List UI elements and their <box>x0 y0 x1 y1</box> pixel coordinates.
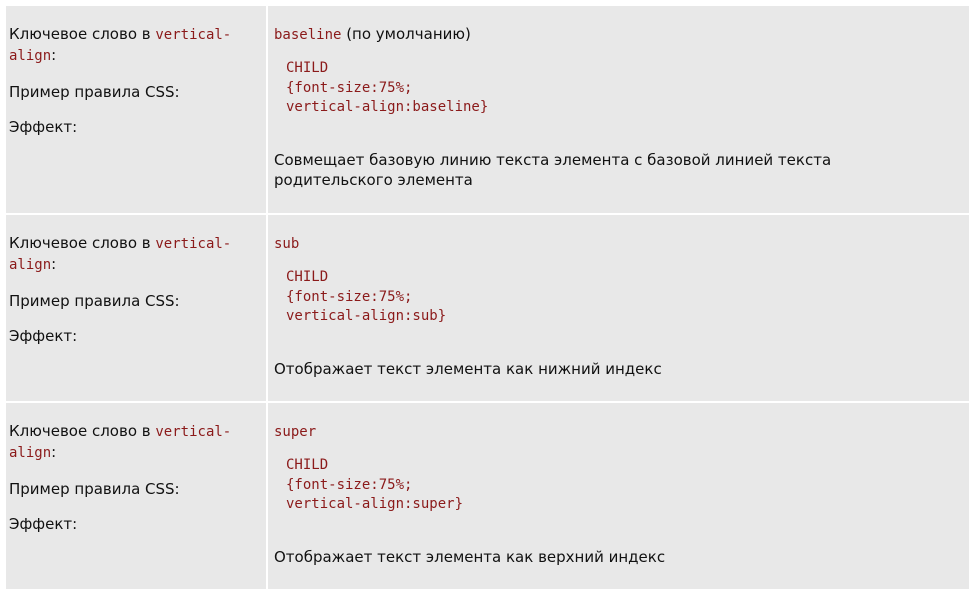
keyword-label: Ключевое слово в vertical-align: <box>9 25 232 64</box>
row-values: baseline (по умолчанию) CHILD {font-size… <box>268 6 969 213</box>
table-row: Ключевое слово в vertical-align: Пример … <box>6 213 969 401</box>
keyword-value: sub <box>274 236 300 252</box>
row-labels: Ключевое слово в vertical-align: Пример … <box>6 215 268 401</box>
effect-description: Отображает текст элемента как верхний ин… <box>274 547 666 566</box>
table-row: Ключевое слово в vertical-align: Пример … <box>6 6 969 213</box>
example-label: Пример правила CSS: <box>9 83 180 101</box>
effect-label: Эффект: <box>9 118 78 136</box>
row-labels: Ключевое слово в vertical-align: Пример … <box>6 403 268 589</box>
table-row: Ключевое слово в vertical-align: Пример … <box>6 401 969 589</box>
effect-description: Совмещает базовую линию текста элемента … <box>274 150 832 189</box>
effect-label: Эффект: <box>9 327 78 345</box>
example-label: Пример правила CSS: <box>9 292 180 310</box>
clipped-heading <box>0 0 971 5</box>
row-values: sub CHILD {font-size:75%; vertical-align… <box>268 215 969 401</box>
keyword-value: baseline (по умолчанию) <box>274 25 471 43</box>
effect-description: Отображает текст элемента как нижний инд… <box>274 359 662 378</box>
keyword-label: Ключевое слово в vertical-align: <box>9 234 232 273</box>
example-label: Пример правила CSS: <box>9 480 180 498</box>
row-values: super CHILD {font-size:75%; vertical-ali… <box>268 403 969 589</box>
css-example-code: CHILD {font-size:75%; vertical-align:sub… <box>286 269 447 324</box>
css-example-code: CHILD {font-size:75%; vertical-align:bas… <box>286 60 489 115</box>
vertical-align-reference-table: Ключевое слово в vertical-align: Пример … <box>6 6 969 589</box>
keyword-label: Ключевое слово в vertical-align: <box>9 422 232 461</box>
effect-label: Эффект: <box>9 515 78 533</box>
css-example-code: CHILD {font-size:75%; vertical-align:sup… <box>286 457 464 512</box>
keyword-value: super <box>274 424 317 440</box>
row-labels: Ключевое слово в vertical-align: Пример … <box>6 6 268 213</box>
